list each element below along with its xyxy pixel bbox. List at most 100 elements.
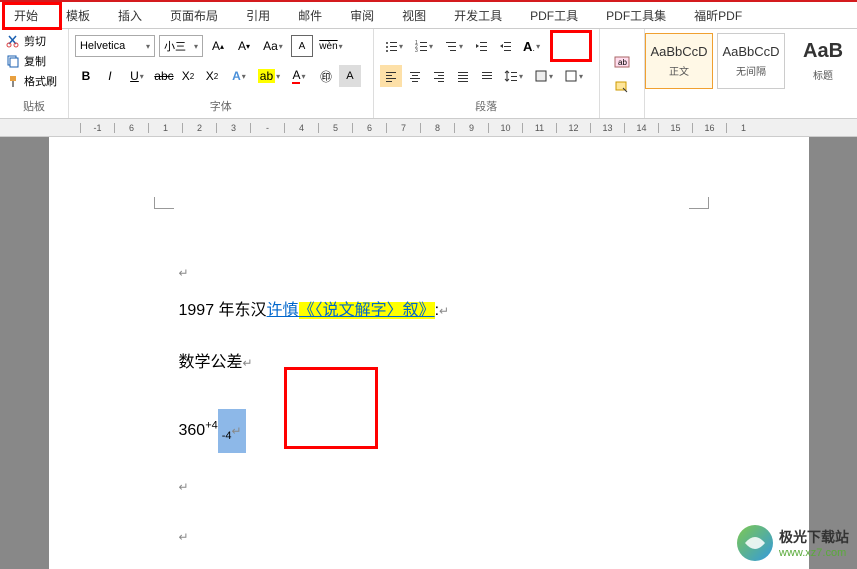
tab-foxit[interactable]: 福昕PDF xyxy=(680,2,756,29)
tab-mail[interactable]: 邮件 xyxy=(284,2,336,29)
text-effects-button[interactable]: A▾ xyxy=(225,65,253,87)
tab-pdf2[interactable]: PDF工具集 xyxy=(592,2,680,29)
paragraph-title: 段落 xyxy=(380,98,593,116)
horizontal-ruler[interactable]: -16123-456789101112131415161 xyxy=(0,119,857,137)
char-border-button[interactable]: A xyxy=(291,35,313,57)
style-nospacing[interactable]: AaBbCcD 无间隔 xyxy=(717,33,785,89)
copy-label: 复制 xyxy=(24,53,46,69)
text: 1997 年东汉 xyxy=(179,302,267,319)
text-line[interactable]: 数学公差↵ xyxy=(179,347,759,379)
watermark-url: www.xz7.com xyxy=(779,547,849,559)
cut-label: 剪切 xyxy=(24,33,46,49)
style-label: 标题 xyxy=(813,67,833,82)
font-color-button[interactable]: A▾ xyxy=(285,65,313,87)
format-label: 格式刷 xyxy=(24,73,57,89)
scissors-icon xyxy=(6,34,20,48)
indent-inc-button[interactable] xyxy=(494,35,516,57)
tab-start[interactable]: 开始 xyxy=(0,2,52,29)
tab-template[interactable]: 模板 xyxy=(52,2,104,29)
phonetic-button[interactable]: wèn▾ xyxy=(317,35,345,57)
style-preview: AaB xyxy=(803,40,843,63)
formula-subscript: -4 xyxy=(222,430,232,442)
align-justify-button[interactable] xyxy=(452,65,474,87)
text-line[interactable]: 1997 年东汉许慎《〈说文解字〉叙》:↵ xyxy=(179,295,759,327)
formula-base: 360 xyxy=(179,422,206,439)
change-case-button[interactable]: Aa▾ xyxy=(259,35,287,57)
underline-button[interactable]: U▾ xyxy=(123,65,151,87)
align-distribute-button[interactable] xyxy=(476,65,498,87)
border-button[interactable]: ▾ xyxy=(560,65,588,87)
style-preview: AaBbCcD xyxy=(722,44,779,59)
watermark-title: 极光下载站 xyxy=(779,527,849,547)
copy-button[interactable]: 复制 xyxy=(6,51,62,71)
indent-dec-button[interactable] xyxy=(470,35,492,57)
highlighted-link[interactable]: 《〈说文解字〉叙》 xyxy=(299,302,435,319)
grow-font-button[interactable]: A▴ xyxy=(207,35,229,57)
align-left-button[interactable] xyxy=(380,65,402,87)
style-normal[interactable]: AaBbCcD 正文 xyxy=(645,33,713,89)
find-replace-button[interactable]: ab xyxy=(606,51,638,73)
font-group: Helvetica▾ 小三▾ A▴ A▾ Aa▾ A wèn▾ B I U▾ a… xyxy=(69,29,374,118)
superscript-button[interactable]: X2 xyxy=(201,65,223,87)
font-size-select[interactable]: 小三▾ xyxy=(159,35,203,57)
svg-text:3: 3 xyxy=(415,48,418,53)
tab-dev[interactable]: 开发工具 xyxy=(440,2,516,29)
shading-button[interactable]: ▾ xyxy=(530,65,558,87)
format-painter-button[interactable]: 格式刷 xyxy=(6,71,62,91)
tab-reference[interactable]: 引用 xyxy=(232,2,284,29)
paragraph-mark-icon: ↵ xyxy=(243,356,253,370)
paragraph-mark-icon: ↵ xyxy=(179,530,189,544)
cut-button[interactable]: 剪切 xyxy=(6,31,62,51)
tab-view[interactable]: 视图 xyxy=(388,2,440,29)
text: 数学公差 xyxy=(179,354,243,371)
number-list-button[interactable]: 123▾ xyxy=(410,35,438,57)
tab-layout[interactable]: 页面布局 xyxy=(156,2,232,29)
paragraph-group: ▾ 123▾ ▾ A·▾ ▾ ▾ ▾ 段落 xyxy=(374,29,600,118)
paragraph-mark-icon: ↵ xyxy=(179,480,189,494)
font-title: 字体 xyxy=(75,98,367,116)
bold-button[interactable]: B xyxy=(75,65,97,87)
align-center-button[interactable] xyxy=(404,65,426,87)
style-label: 正文 xyxy=(669,63,689,78)
formula-line[interactable]: 360+4-4↵ xyxy=(179,409,759,453)
line-spacing-button[interactable]: ▾ xyxy=(500,65,528,87)
font-family-select[interactable]: Helvetica▾ xyxy=(75,35,155,57)
style-label: 无间隔 xyxy=(736,63,766,78)
italic-button[interactable]: I xyxy=(99,65,121,87)
watermark: 极光下载站 www.xz7.com xyxy=(737,525,849,561)
formula-superscript: +4 xyxy=(205,420,218,432)
document-area: -16123-456789101112131415161 ↵ 1997 年东汉许… xyxy=(0,119,857,569)
copy-icon xyxy=(6,54,20,68)
emphasis-button[interactable]: A·▾ xyxy=(518,35,546,57)
brush-icon xyxy=(6,74,20,88)
hyperlink[interactable]: 许慎 xyxy=(267,302,299,319)
tab-review[interactable]: 审阅 xyxy=(336,2,388,29)
paragraph-mark-icon: ↵ xyxy=(439,304,449,318)
document-page[interactable]: ↵ 1997 年东汉许慎《〈说文解字〉叙》:↵ 数学公差↵ 360+4-4↵ ↵… xyxy=(49,137,809,569)
document-content[interactable]: ↵ 1997 年东汉许慎《〈说文解字〉叙》:↵ 数学公差↵ 360+4-4↵ ↵… xyxy=(179,257,759,569)
shrink-font-button[interactable]: A▾ xyxy=(233,35,255,57)
align-right-button[interactable] xyxy=(428,65,450,87)
strikethrough-button[interactable]: abc xyxy=(153,65,175,87)
clipboard-group: 剪切 复制 格式刷 贴板 xyxy=(0,29,69,118)
tab-bar: 开始 模板 插入 页面布局 引用 邮件 审阅 视图 开发工具 PDF工具 PDF… xyxy=(0,2,857,29)
bullet-list-button[interactable]: ▾ xyxy=(380,35,408,57)
paragraph-mark-icon: ↵ xyxy=(179,266,189,280)
select-button[interactable] xyxy=(606,75,638,97)
tab-insert[interactable]: 插入 xyxy=(104,2,156,29)
style-heading[interactable]: AaB 标题 xyxy=(789,33,857,89)
multilevel-list-button[interactable]: ▾ xyxy=(440,35,468,57)
margin-corner-icon xyxy=(689,197,709,209)
selection-highlight: -4↵ xyxy=(218,409,246,453)
tab-pdf1[interactable]: PDF工具 xyxy=(516,2,592,29)
svg-text:ab: ab xyxy=(618,58,627,67)
circled-char-button[interactable]: ㊞ xyxy=(315,65,337,87)
char-shading-button[interactable]: A xyxy=(339,65,361,87)
watermark-logo-icon xyxy=(737,525,773,561)
edit-group: ab xyxy=(600,29,645,118)
paragraph-mark-icon: ↵ xyxy=(232,424,242,438)
highlight-button[interactable]: ab▾ xyxy=(255,65,283,87)
style-preview: AaBbCcD xyxy=(650,44,707,59)
subscript-button[interactable]: X2 xyxy=(177,65,199,87)
ribbon: 剪切 复制 格式刷 贴板 Helvetica▾ 小三▾ A▴ A▾ Aa▾ A … xyxy=(0,29,857,119)
